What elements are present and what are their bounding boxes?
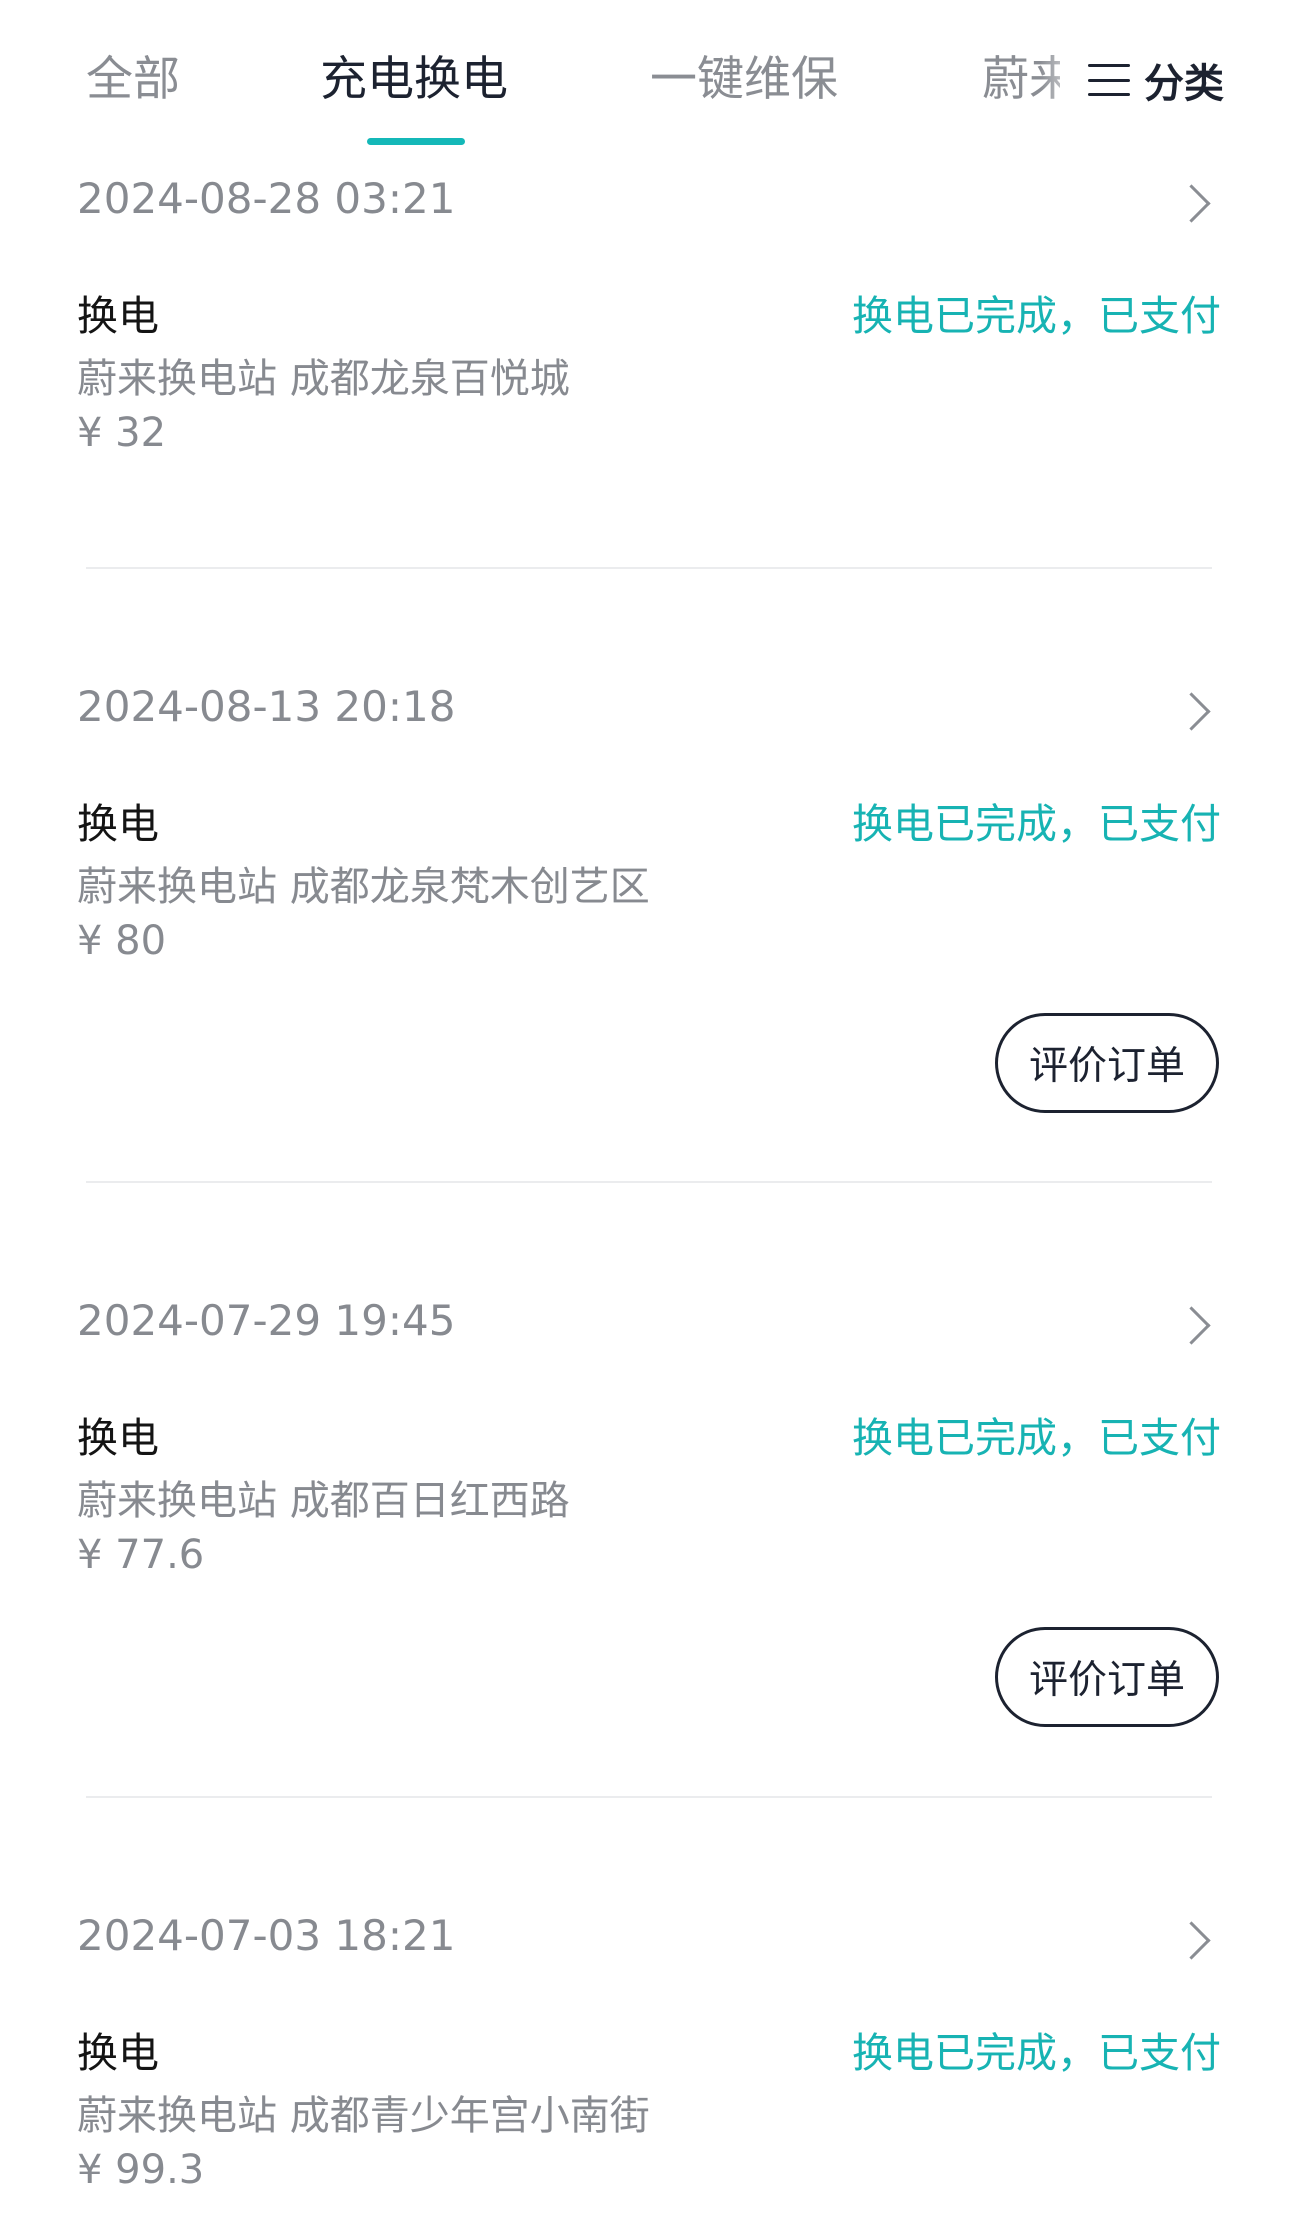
review-order-button[interactable]: 评价订单 xyxy=(995,1013,1219,1113)
tabs-scroll-area[interactable]: 全部 充电换电 一键维保 蔚来 xyxy=(0,0,1060,150)
order-status: 换电已完成，已支付 xyxy=(852,1414,1221,1462)
order-station: 蔚来换电站 成都青少年宫小南街 xyxy=(77,2093,650,2139)
tab-maintenance[interactable]: 一键维保 xyxy=(650,48,838,112)
order-type: 换电 xyxy=(77,1414,159,1462)
category-label: 分类 xyxy=(1144,61,1224,107)
chevron-right-icon[interactable] xyxy=(1172,184,1211,223)
order-date: 2024-08-28 03:21 xyxy=(77,174,456,223)
order-type: 换电 xyxy=(77,800,159,848)
order-price: ¥ 32 xyxy=(77,410,167,456)
divider xyxy=(86,1796,1212,1798)
tab-all[interactable]: 全部 xyxy=(86,48,180,112)
order-status: 换电已完成，已支付 xyxy=(852,800,1221,848)
divider xyxy=(86,567,1212,569)
tabs-fade-overlay xyxy=(1040,0,1090,150)
chevron-right-icon[interactable] xyxy=(1172,692,1211,731)
tab-bar: 全部 充电换电 一键维保 蔚来 分类 xyxy=(0,0,1290,150)
order-station: 蔚来换电站 成都龙泉梵木创艺区 xyxy=(77,864,650,910)
category-button[interactable]: 分类 xyxy=(1088,48,1224,112)
menu-icon xyxy=(1088,64,1130,96)
order-station: 蔚来换电站 成都龙泉百悦城 xyxy=(77,356,570,402)
chevron-right-icon[interactable] xyxy=(1172,1921,1211,1960)
order-date: 2024-07-03 18:21 xyxy=(77,1911,456,1960)
tab-charging-swapping[interactable]: 充电换电 xyxy=(320,48,508,112)
order-price: ¥ 77.6 xyxy=(77,1532,205,1578)
order-status: 换电已完成，已支付 xyxy=(852,292,1221,340)
order-date: 2024-07-29 19:45 xyxy=(77,1296,456,1345)
active-tab-indicator xyxy=(367,138,465,145)
order-price: ¥ 99.3 xyxy=(77,2147,205,2193)
chevron-right-icon[interactable] xyxy=(1172,1306,1211,1345)
order-type: 换电 xyxy=(77,2029,159,2077)
order-status: 换电已完成，已支付 xyxy=(852,2029,1221,2077)
divider xyxy=(86,1181,1212,1183)
order-type: 换电 xyxy=(77,292,159,340)
review-order-button[interactable]: 评价订单 xyxy=(995,1627,1219,1727)
order-price: ¥ 80 xyxy=(77,918,167,964)
order-station: 蔚来换电站 成都百日红西路 xyxy=(77,1478,570,1524)
order-date: 2024-08-13 20:18 xyxy=(77,682,456,731)
